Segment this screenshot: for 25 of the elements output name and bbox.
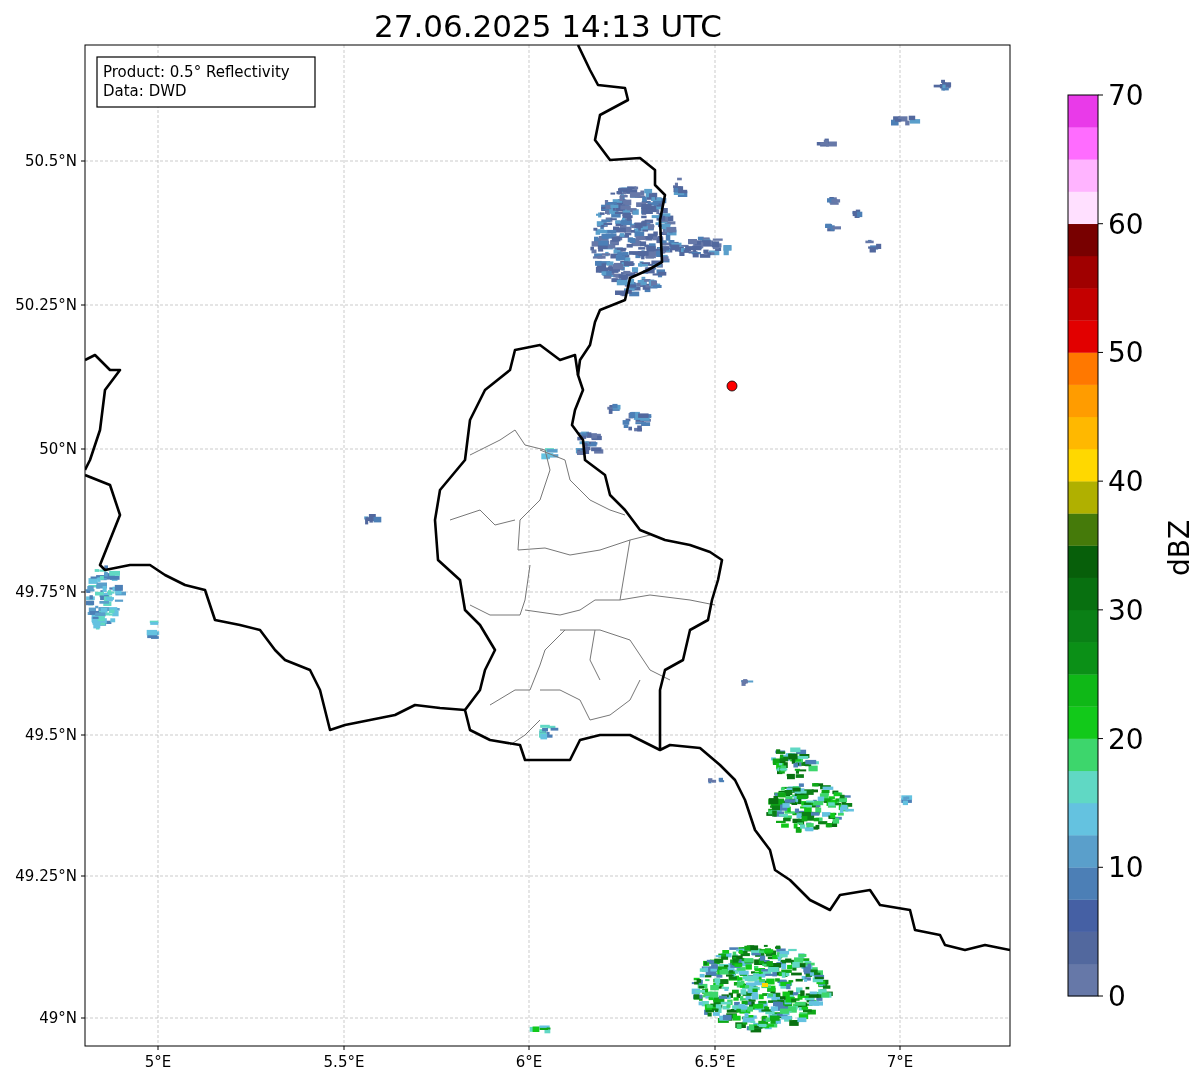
axis-tick-label: 6.5°E	[694, 1053, 736, 1071]
colorbar-tick-label: 60	[1108, 207, 1144, 241]
axis-tick-label: 50.5°N	[24, 152, 77, 170]
chart-title: 27.06.2025 14:13 UTC	[374, 8, 722, 44]
radar-site-marker	[726, 380, 738, 392]
axis-tick-label: 49°N	[39, 1009, 77, 1027]
axis-tick-label: 6°E	[515, 1053, 543, 1071]
colorbar-tick-label: 40	[1108, 465, 1144, 499]
axis-tick-label: 50.25°N	[15, 296, 77, 314]
info-text: Product: 0.5° Reflectivity	[103, 63, 290, 81]
axis-tick-label: 49.75°N	[15, 583, 77, 601]
axis-tick-label: 49.25°N	[15, 867, 77, 885]
axis-tick-label: 5.5°E	[323, 1053, 365, 1071]
axis-tick-label: 50°N	[39, 440, 77, 458]
colorbar-tick-label: 10	[1108, 851, 1144, 885]
colorbar-tick-label: 50	[1108, 336, 1144, 370]
axis-tick-label: 49.5°N	[24, 726, 77, 744]
colorbar-tick-label: 20	[1108, 722, 1144, 756]
colorbar-tick-label: 70	[1108, 79, 1144, 112]
colorbar-tick-label: 30	[1108, 593, 1144, 627]
colorbar-tick-label: 0	[1108, 980, 1126, 1013]
colorbar-label: dBZ	[1163, 519, 1196, 577]
axis-tick-label: 5°E	[144, 1053, 172, 1071]
info-text: Data: DWD	[103, 82, 187, 100]
axis-tick-label: 7°E	[886, 1053, 914, 1071]
